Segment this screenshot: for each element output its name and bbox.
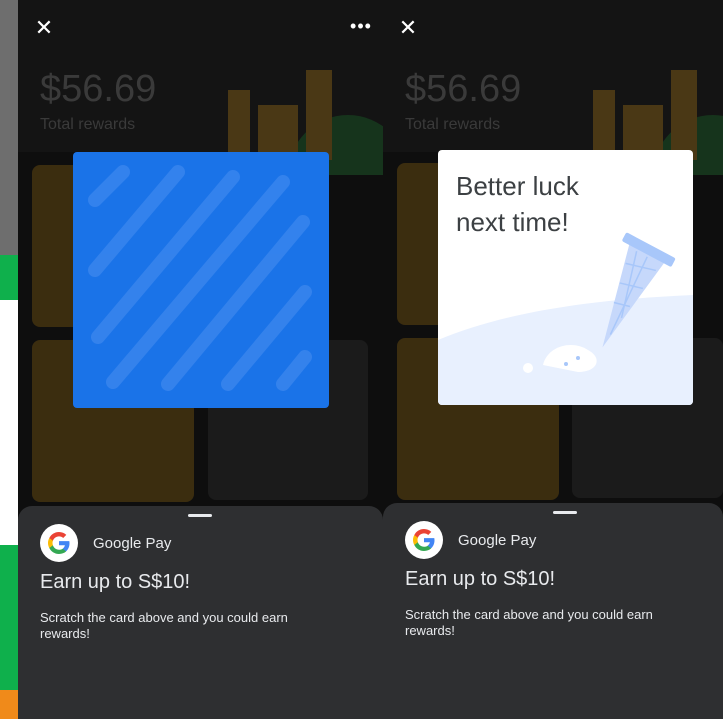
sheet-title: Earn up to S$10! — [40, 571, 191, 593]
castle-illustration — [218, 45, 383, 175]
rewards-header: $56.69 Total rewards — [18, 0, 383, 175]
google-logo-icon — [405, 521, 443, 559]
close-icon: ✕ — [34, 15, 54, 40]
scratch-card[interactable] — [73, 152, 329, 408]
rewards-header: $56.69 Total rewards — [383, 0, 723, 175]
close-icon: ✕ — [398, 15, 418, 40]
sheet-handle[interactable] — [553, 511, 577, 514]
dropped-ice-cream-illustration — [438, 232, 693, 405]
sheet-description: Scratch the card above and you could ear… — [40, 610, 288, 641]
close-button[interactable]: ✕ — [394, 14, 422, 42]
google-logo-icon — [40, 524, 78, 562]
total-rewards-label: Total rewards — [40, 116, 136, 133]
sheet-title: Earn up to S$10! — [405, 568, 556, 590]
total-rewards-amount: $56.69 — [40, 68, 157, 110]
background-edge — [0, 0, 18, 719]
bottom-sheet: Google Pay Earn up to S$10! Scratch the … — [383, 503, 723, 719]
scratch-stripes — [88, 165, 312, 391]
close-button[interactable]: ✕ — [30, 14, 58, 42]
app-name: Google Pay — [93, 535, 172, 552]
total-rewards-label: Total rewards — [405, 116, 501, 133]
bottom-sheet: Google Pay Earn up to S$10! Scratch the … — [18, 506, 383, 719]
scratch-card-screen: $56.69 Total rewards ✕ ••• Google Pay Ea… — [18, 0, 383, 719]
scratch-result-card: Better luck next time! — [438, 150, 693, 405]
castle-illustration — [583, 45, 723, 175]
result-screen: $56.69 Total rewards ✕ Better luck next … — [383, 0, 723, 719]
total-rewards-amount: $56.69 — [405, 68, 522, 110]
more-options-button[interactable]: ••• — [347, 14, 375, 42]
sheet-description: Scratch the card above and you could ear… — [405, 607, 653, 638]
app-name: Google Pay — [458, 532, 537, 549]
sheet-handle[interactable] — [188, 514, 212, 517]
more-icon: ••• — [350, 16, 372, 36]
